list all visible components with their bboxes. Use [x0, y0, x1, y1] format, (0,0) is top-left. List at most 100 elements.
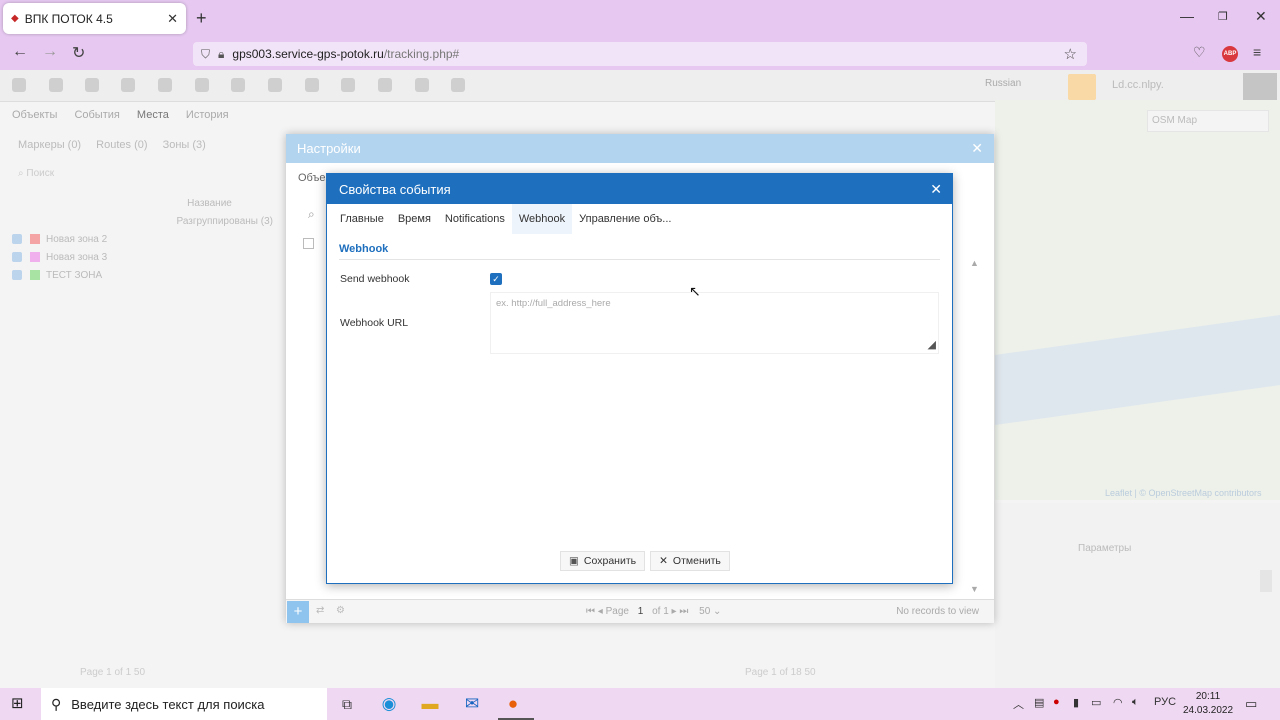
checkbox[interactable]: [303, 238, 314, 249]
map[interactable]: [995, 100, 1280, 500]
alert-button[interactable]: [1068, 74, 1096, 100]
toolbar-icon[interactable]: [451, 78, 465, 92]
microphone-icon[interactable]: ▮: [1073, 696, 1079, 709]
toolbar-icon[interactable]: [158, 78, 172, 92]
left-tab[interactable]: Места: [137, 109, 169, 121]
tray-app-icon[interactable]: ●: [1053, 696, 1060, 708]
list-item[interactable]: Новая зона 2: [12, 230, 287, 248]
reload-icon[interactable]: ↻: [72, 43, 85, 63]
tab-webhook[interactable]: Webhook: [511, 204, 573, 234]
keyboard-language[interactable]: РУС: [1154, 696, 1176, 708]
left-subtab[interactable]: Маркеры (0): [18, 139, 81, 151]
toolbar-icon[interactable]: [12, 78, 26, 92]
toolbar-icon[interactable]: [305, 78, 319, 92]
left-tab[interactable]: Объекты: [12, 109, 57, 121]
toolbar-icon[interactable]: [415, 78, 429, 92]
per-page-select[interactable]: 50: [699, 606, 710, 617]
page-input[interactable]: 1: [638, 606, 644, 617]
add-button[interactable]: +: [287, 601, 309, 623]
close-window-icon[interactable]: ✕: [1255, 8, 1267, 25]
toolbar-icon[interactable]: [49, 78, 63, 92]
checkbox[interactable]: [12, 252, 22, 262]
restore-icon[interactable]: ❐: [1218, 10, 1228, 23]
menu-icon[interactable]: ≡: [1253, 44, 1261, 60]
left-tab[interactable]: События: [74, 109, 119, 121]
close-tab-icon[interactable]: ✕: [167, 11, 178, 27]
scrollbar[interactable]: [1260, 570, 1272, 592]
tab-main[interactable]: Главные: [333, 204, 391, 234]
left-subtab[interactable]: Зоны (3): [163, 139, 206, 151]
toolbar-icon[interactable]: [85, 78, 99, 92]
webhook-url-input[interactable]: ex. http://full_address_here ◢: [490, 292, 939, 354]
scroll-down-icon[interactable]: ▼: [970, 584, 979, 594]
dialog-tabs: Главные Время Notifications Webhook Упра…: [327, 204, 952, 234]
send-webhook-checkbox[interactable]: ✓: [490, 273, 502, 285]
toolbar-icon[interactable]: [195, 78, 209, 92]
toolbar-icon[interactable]: [268, 78, 282, 92]
language-select[interactable]: Russian: [985, 78, 1057, 96]
toolbar-icon[interactable]: [231, 78, 245, 92]
chevron-down-icon[interactable]: ⌄: [713, 606, 721, 617]
wifi-icon[interactable]: ◠: [1113, 696, 1123, 709]
list-item[interactable]: ТЕСТ ЗОНА: [12, 266, 287, 284]
mail-icon[interactable]: ✉: [462, 694, 482, 714]
first-page-icon[interactable]: ⏮: [586, 606, 595, 617]
tray-app-icon[interactable]: ▤: [1034, 696, 1044, 709]
tab-object-control[interactable]: Управление объ...: [572, 204, 678, 234]
firefox-icon[interactable]: ●: [503, 694, 523, 714]
back-icon[interactable]: ←: [12, 43, 28, 61]
user-label[interactable]: Ld.cc.nlpy.: [1112, 79, 1164, 91]
resize-grip-icon[interactable]: ◢: [928, 338, 936, 351]
map-layer-select[interactable]: OSM Map: [1147, 110, 1269, 132]
file-explorer-icon[interactable]: ▬: [420, 694, 440, 714]
left-tab[interactable]: История: [186, 109, 229, 121]
battery-icon[interactable]: ▭: [1091, 696, 1101, 709]
windows-start-icon[interactable]: ⊞: [11, 696, 27, 712]
column-header[interactable]: Название: [12, 194, 287, 212]
left-subtab[interactable]: Routes (0): [96, 139, 147, 151]
cancel-button[interactable]: ✕ Отменить: [650, 551, 730, 571]
refresh-icon[interactable]: ⇄: [316, 605, 324, 616]
task-view-icon[interactable]: ⧉: [337, 696, 357, 713]
checkbox[interactable]: [12, 234, 22, 244]
list-item[interactable]: Новая зона 3: [12, 248, 287, 266]
browser-tab[interactable]: ◆ ВПК ПОТОК 4.5 ✕: [3, 3, 186, 34]
minimize-icon[interactable]: —: [1180, 8, 1194, 24]
adblock-icon[interactable]: ABP: [1222, 46, 1238, 62]
tray-chevron-icon[interactable]: ︿: [1013, 696, 1024, 712]
tab-time[interactable]: Время: [391, 204, 438, 234]
prev-page-icon[interactable]: ◂: [598, 606, 603, 617]
lock-icon[interactable]: 🔒︎: [218, 47, 224, 62]
toolbar-icon[interactable]: [341, 78, 355, 92]
left-subtabs: Маркеры (0) Routes (0) Зоны (3): [18, 139, 218, 151]
clock[interactable]: 20:11 24.03.2022: [1183, 690, 1233, 718]
new-tab-icon[interactable]: +: [196, 8, 207, 29]
search-icon: ⚲: [51, 695, 62, 712]
left-search[interactable]: ⌕ Поиск: [18, 168, 54, 179]
search-icon[interactable]: ⌕: [308, 207, 315, 222]
shield-icon[interactable]: ⛉: [201, 47, 210, 62]
toolbar-icon[interactable]: [121, 78, 135, 92]
toolbar-icon[interactable]: [378, 78, 392, 92]
last-page-icon[interactable]: ⏭: [679, 606, 688, 617]
checkbox[interactable]: [12, 270, 22, 280]
volume-icon[interactable]: 🔈︎: [1132, 696, 1139, 709]
bookmark-star-icon[interactable]: ☆: [1064, 45, 1077, 63]
notifications-icon[interactable]: ▭: [1245, 696, 1257, 712]
forward-icon[interactable]: →: [42, 43, 58, 61]
close-icon[interactable]: ✕: [930, 181, 942, 198]
taskbar-search[interactable]: ⚲ Введите здесь текст для поиска: [41, 688, 327, 720]
edge-icon[interactable]: ◉: [379, 694, 399, 714]
tab-notifications[interactable]: Notifications: [438, 204, 512, 234]
settings-icon[interactable]: ⚙: [336, 605, 345, 616]
settings-tab[interactable]: Объе: [298, 172, 325, 184]
scroll-up-icon[interactable]: ▲: [970, 258, 979, 268]
settings-footer: + ⇄ ⚙ ⏮ ◂ Page 1 of 1 ▸ ⏭ 50 ⌄ No record…: [286, 599, 994, 623]
logout-button[interactable]: [1243, 73, 1277, 101]
next-page-icon[interactable]: ▸: [672, 606, 677, 617]
address-bar[interactable]: ⛉ 🔒︎ gps003.service-gps-potok.ru/trackin…: [193, 42, 1087, 66]
pocket-icon[interactable]: ♡: [1193, 44, 1206, 61]
save-button[interactable]: ▣ Сохранить: [560, 551, 646, 571]
zone-color-swatch: [30, 270, 40, 280]
close-icon[interactable]: ✕: [971, 140, 983, 157]
